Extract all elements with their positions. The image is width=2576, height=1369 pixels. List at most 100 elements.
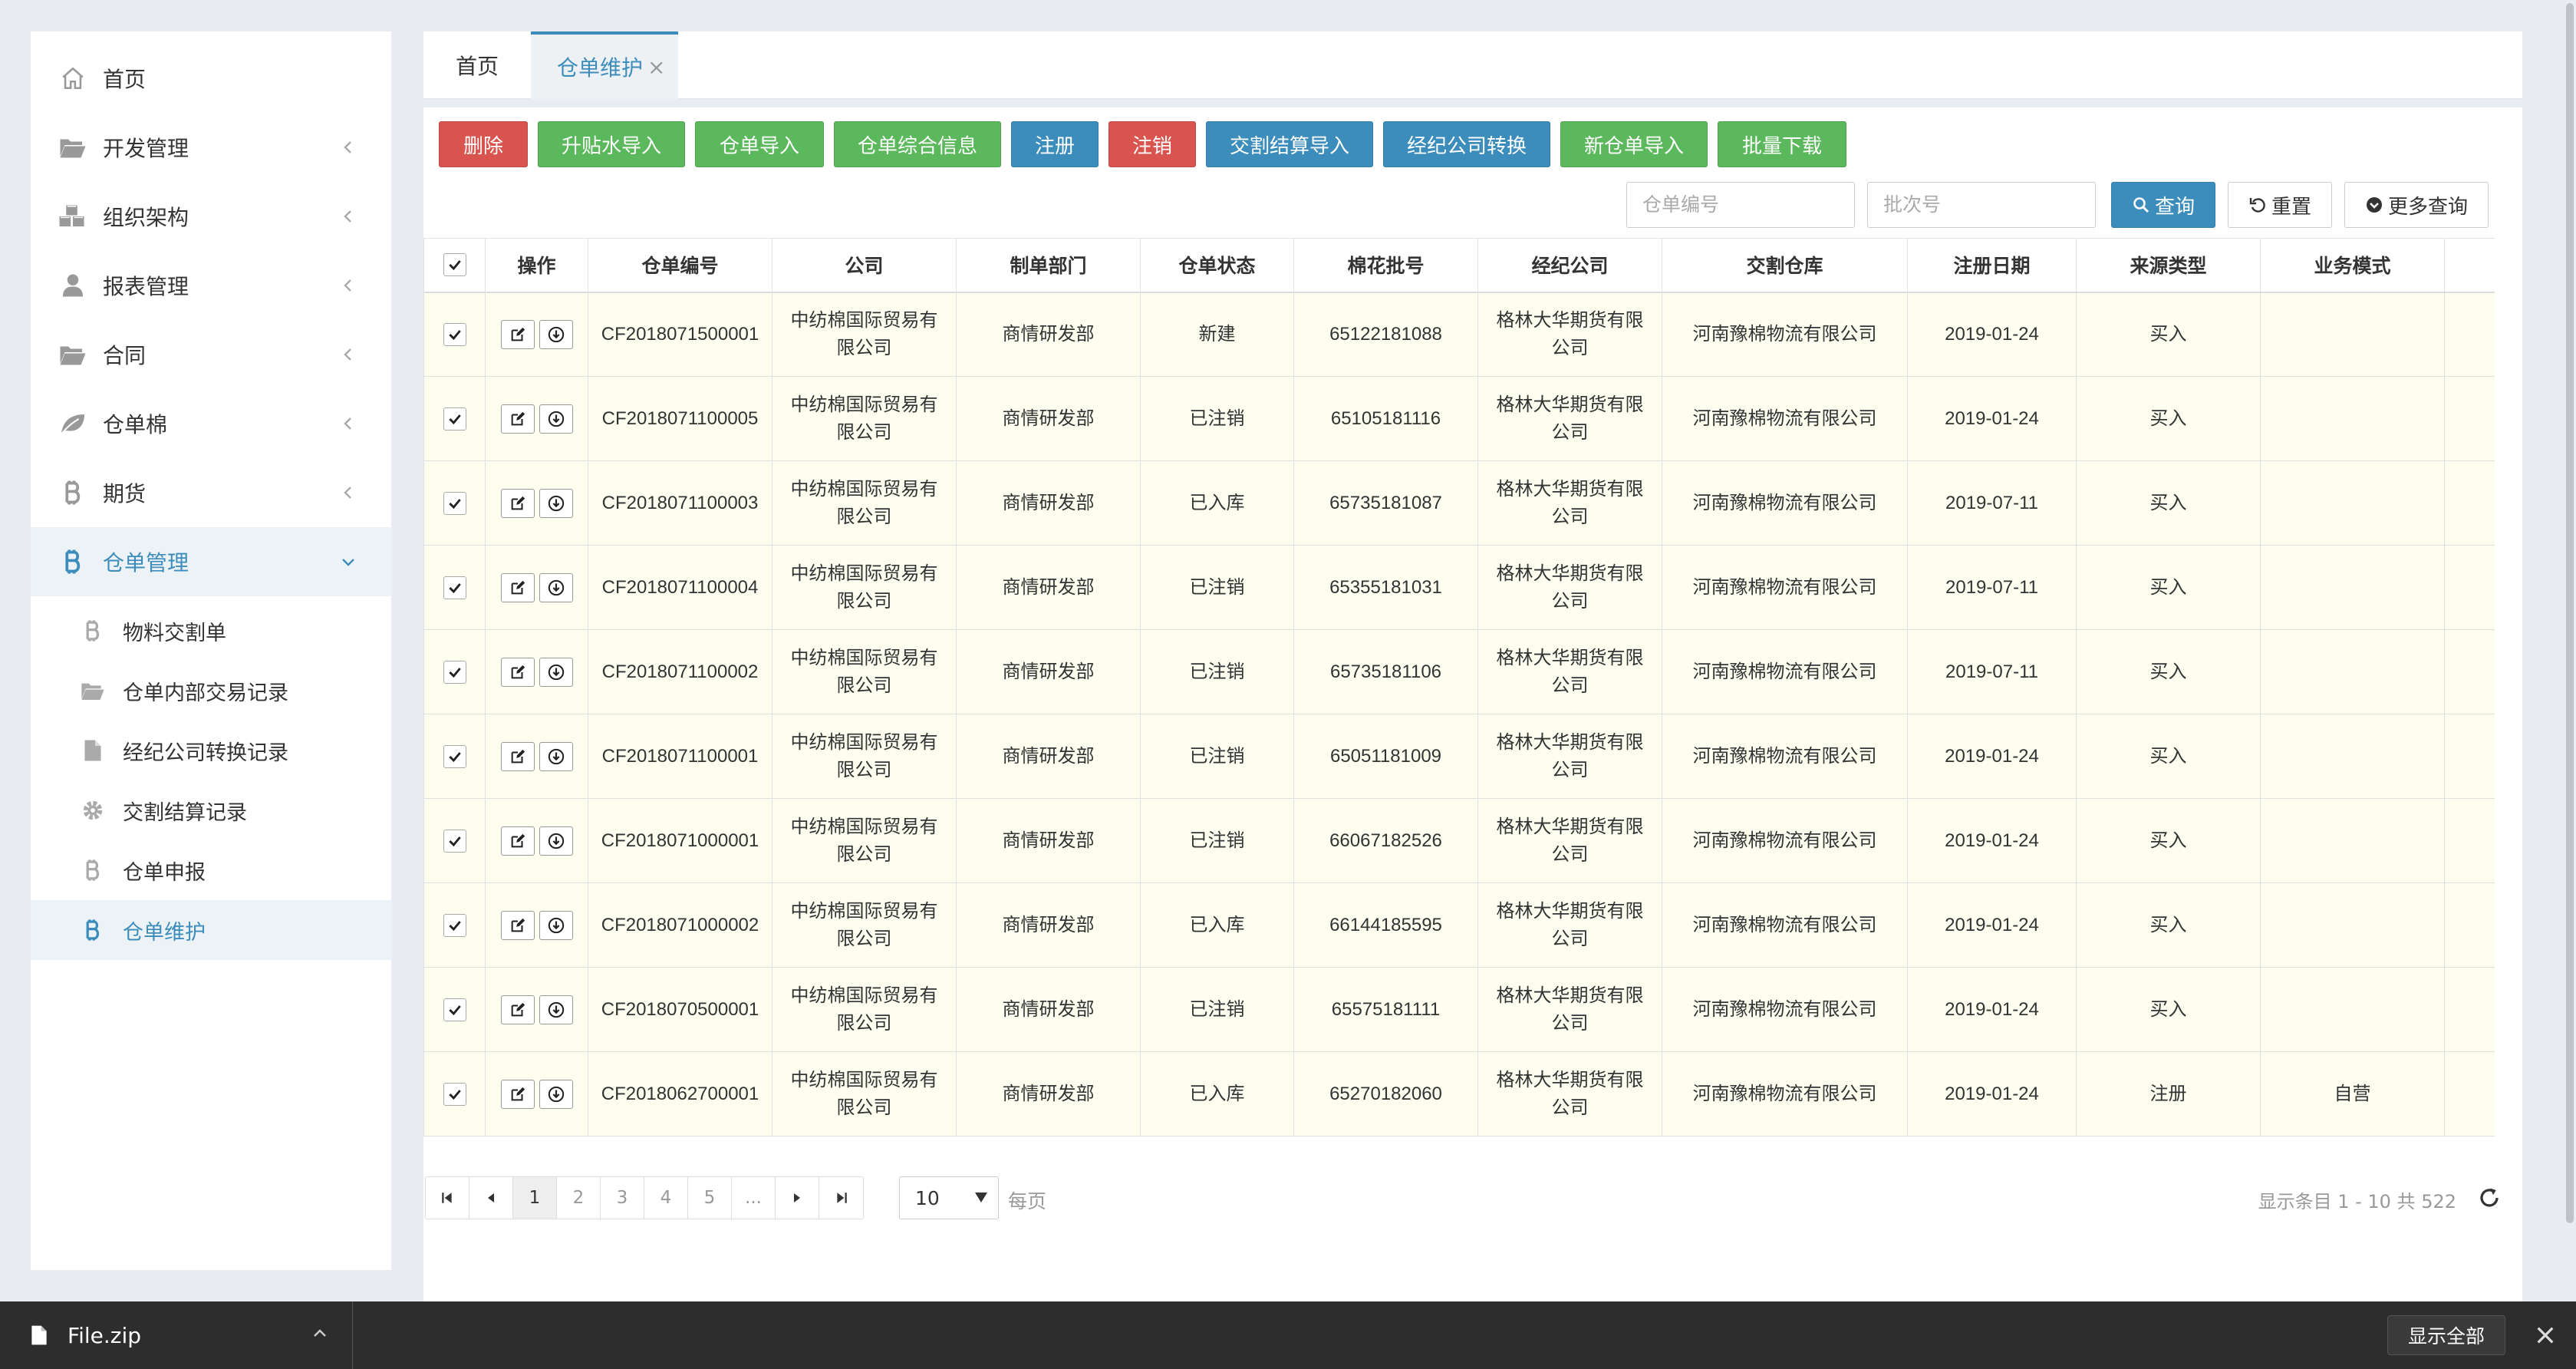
page-ellipsis[interactable]: ... xyxy=(732,1177,776,1219)
receipt-number-input[interactable] xyxy=(1626,182,1855,228)
select-all-checkbox[interactable] xyxy=(443,253,466,277)
table-row[interactable]: CF2018062700001 中纺棉国际贸易有限公司 商情研发部 已入库 652701… xyxy=(423,1051,2495,1136)
edit-button[interactable] xyxy=(500,910,535,940)
download-button[interactable] xyxy=(539,1079,573,1109)
column-header[interactable]: 制单部门 xyxy=(956,238,1141,293)
table-row[interactable]: CF2018071500001 中纺棉国际贸易有限公司 商情研发部 新建 6512218… xyxy=(423,292,2495,377)
refresh-icon[interactable] xyxy=(2478,1186,2501,1209)
row-checkbox[interactable] xyxy=(443,998,466,1022)
delete-button[interactable]: 删除 xyxy=(439,121,528,167)
edit-button[interactable] xyxy=(500,572,535,602)
settlement-import-button[interactable]: 交割结算导入 xyxy=(1206,121,1373,167)
query-button[interactable]: 查询 xyxy=(2111,182,2216,228)
register-button[interactable]: 注册 xyxy=(1011,121,1099,167)
close-icon[interactable]: × xyxy=(647,54,665,80)
download-button[interactable] xyxy=(539,657,573,687)
batch-number-input[interactable] xyxy=(1867,182,2096,228)
column-header[interactable]: 来源类型 xyxy=(2076,238,2261,293)
download-button[interactable] xyxy=(539,910,573,940)
page-button[interactable]: 1 xyxy=(513,1177,557,1219)
receipt-import-button[interactable]: 仓单导入 xyxy=(695,121,824,167)
edit-button[interactable] xyxy=(500,1079,535,1109)
download-button[interactable] xyxy=(539,572,573,602)
edit-button[interactable] xyxy=(500,826,535,856)
tab-receipt-maintenance[interactable]: 仓单维护 × xyxy=(531,31,678,99)
sidebar-subitem-broker-conversion[interactable]: 经纪公司转换记录 xyxy=(31,721,391,780)
sidebar-subitem-maintenance[interactable]: 仓单维护 xyxy=(31,900,391,960)
scrollbar-thumb[interactable] xyxy=(2566,3,2574,1223)
table-row[interactable]: CF2018071000001 中纺棉国际贸易有限公司 商情研发部 已注销 660671… xyxy=(423,798,2495,883)
column-header[interactable]: 公司 xyxy=(772,238,957,293)
table-row[interactable]: CF2018071100001 中纺棉国际贸易有限公司 商情研发部 已注销 650511… xyxy=(423,714,2495,799)
download-button[interactable] xyxy=(539,741,573,771)
edit-button[interactable] xyxy=(500,741,535,771)
sidebar-subitem-settlement[interactable]: 交割结算记录 xyxy=(31,780,391,840)
column-header[interactable]: 交割仓库 xyxy=(1662,238,1908,293)
sidebar-item-futures[interactable]: 期货 xyxy=(31,458,391,527)
batch-download-button[interactable]: 批量下载 xyxy=(1718,121,1846,167)
edit-button[interactable] xyxy=(500,488,535,518)
next-page-button[interactable] xyxy=(776,1177,819,1219)
new-receipt-import-button[interactable]: 新仓单导入 xyxy=(1560,121,1708,167)
page-button[interactable]: 3 xyxy=(601,1177,644,1219)
sidebar-item-cotton-receipt[interactable]: 仓单棉 xyxy=(31,389,391,458)
show-all-button[interactable]: 显示全部 xyxy=(2387,1315,2505,1355)
row-checkbox[interactable] xyxy=(443,661,466,684)
table-row[interactable]: CF2018071100004 中纺棉国际贸易有限公司 商情研发部 已注销 653551… xyxy=(423,545,2495,630)
sidebar-item-dev-management[interactable]: 开发管理 xyxy=(31,113,391,182)
row-checkbox[interactable] xyxy=(443,407,466,431)
table-row[interactable]: CF2018071100002 中纺棉国际贸易有限公司 商情研发部 已注销 657351… xyxy=(423,629,2495,714)
last-page-button[interactable] xyxy=(819,1177,863,1219)
column-header[interactable]: 仓单状态 xyxy=(1140,238,1294,293)
row-checkbox[interactable] xyxy=(443,323,466,347)
edit-button[interactable] xyxy=(500,319,535,349)
row-checkbox[interactable] xyxy=(443,745,466,769)
close-icon[interactable] xyxy=(2533,1323,2558,1348)
sidebar-subitem-material-delivery[interactable]: 物料交割单 xyxy=(31,601,391,661)
table-row[interactable]: CF2018070500001 中纺棉国际贸易有限公司 商情研发部 已注销 655751… xyxy=(423,967,2495,1052)
broker-conversion-button[interactable]: 经纪公司转换 xyxy=(1383,121,1550,167)
sidebar-subitem-declaration[interactable]: 仓单申报 xyxy=(31,840,391,900)
receipt-info-button[interactable]: 仓单综合信息 xyxy=(834,121,1001,167)
edit-button[interactable] xyxy=(500,657,535,687)
premium-import-button[interactable]: 升贴水导入 xyxy=(538,121,685,167)
sidebar-item-contract[interactable]: 合同 xyxy=(31,320,391,389)
page-button[interactable]: 5 xyxy=(688,1177,732,1219)
column-header[interactable]: 业务模式 xyxy=(2260,238,2445,293)
row-checkbox[interactable] xyxy=(443,830,466,853)
first-page-button[interactable] xyxy=(426,1177,469,1219)
download-button[interactable] xyxy=(539,404,573,434)
row-checkbox[interactable] xyxy=(443,492,466,516)
column-header[interactable]: 仓单编号 xyxy=(588,238,772,293)
sidebar-item-home[interactable]: 首页 xyxy=(31,44,391,113)
more-query-button[interactable]: 更多查询 xyxy=(2344,182,2489,228)
page-button[interactable]: 2 xyxy=(557,1177,601,1219)
download-item[interactable]: File.zip xyxy=(0,1301,353,1369)
table-row[interactable]: CF2018071100005 中纺棉国际贸易有限公司 商情研发部 已注销 651051… xyxy=(423,376,2495,461)
page-button[interactable]: 4 xyxy=(644,1177,688,1219)
sidebar-item-receipt-management[interactable]: 仓单管理 xyxy=(31,527,391,596)
row-checkbox[interactable] xyxy=(443,1083,466,1107)
row-checkbox[interactable] xyxy=(443,576,466,600)
table-row[interactable]: CF2018071100003 中纺棉国际贸易有限公司 商情研发部 已入库 657351… xyxy=(423,460,2495,546)
edit-button[interactable] xyxy=(500,404,535,434)
column-header[interactable]: 注册日期 xyxy=(1907,238,2077,293)
edit-button[interactable] xyxy=(500,995,535,1024)
chevron-up-icon[interactable] xyxy=(311,1324,329,1343)
download-button[interactable] xyxy=(539,488,573,518)
cancel-register-button[interactable]: 注销 xyxy=(1108,121,1196,167)
download-button[interactable] xyxy=(539,995,573,1024)
column-header[interactable]: 经纪公司 xyxy=(1477,238,1662,293)
sidebar-item-organization[interactable]: 组织架构 xyxy=(31,182,391,251)
page-vertical-scrollbar[interactable] xyxy=(2564,0,2576,1301)
download-button[interactable] xyxy=(539,319,573,349)
row-checkbox[interactable] xyxy=(443,914,466,938)
column-header[interactable]: 棉花批号 xyxy=(1293,238,1478,293)
prev-page-button[interactable] xyxy=(469,1177,513,1219)
page-size-select[interactable]: 10 xyxy=(899,1176,999,1219)
table-row[interactable]: CF2018071000002 中纺棉国际贸易有限公司 商情研发部 已入库 661441… xyxy=(423,882,2495,968)
tab-home[interactable]: 首页 xyxy=(423,31,531,99)
sidebar-item-reports[interactable]: 报表管理 xyxy=(31,251,391,320)
download-button[interactable] xyxy=(539,826,573,856)
sidebar-subitem-internal-trade[interactable]: 仓单内部交易记录 xyxy=(31,661,391,721)
